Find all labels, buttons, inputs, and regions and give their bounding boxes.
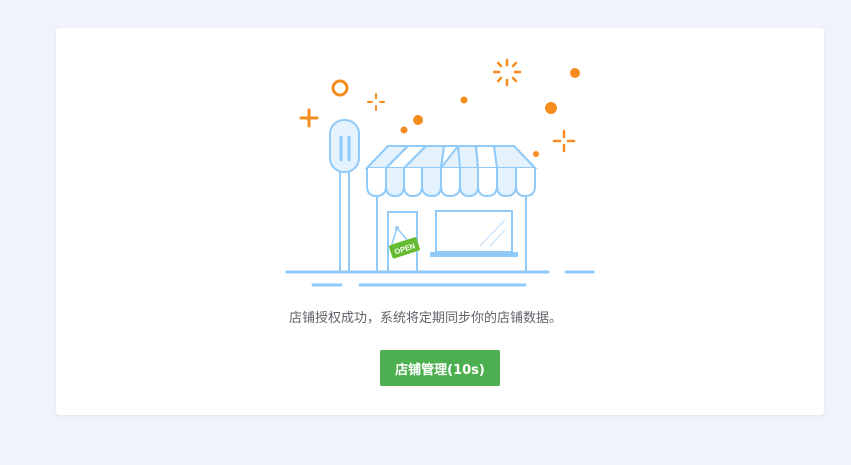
ground-lines (285, 270, 595, 287)
shop-management-button[interactable]: 店铺管理(10s) (380, 350, 500, 386)
plus-icon (299, 108, 319, 128)
small-sparkle-icon (367, 93, 385, 111)
ring-icon (331, 79, 349, 97)
right-sparkle-icon (552, 129, 576, 153)
shop-window (435, 210, 513, 253)
burst-icon (492, 58, 522, 87)
shop-illustration: OPEN (285, 58, 595, 287)
sign-post (329, 119, 360, 272)
success-message: 店铺授权成功，系统将定期同步你的店铺数据。 (288, 311, 562, 326)
